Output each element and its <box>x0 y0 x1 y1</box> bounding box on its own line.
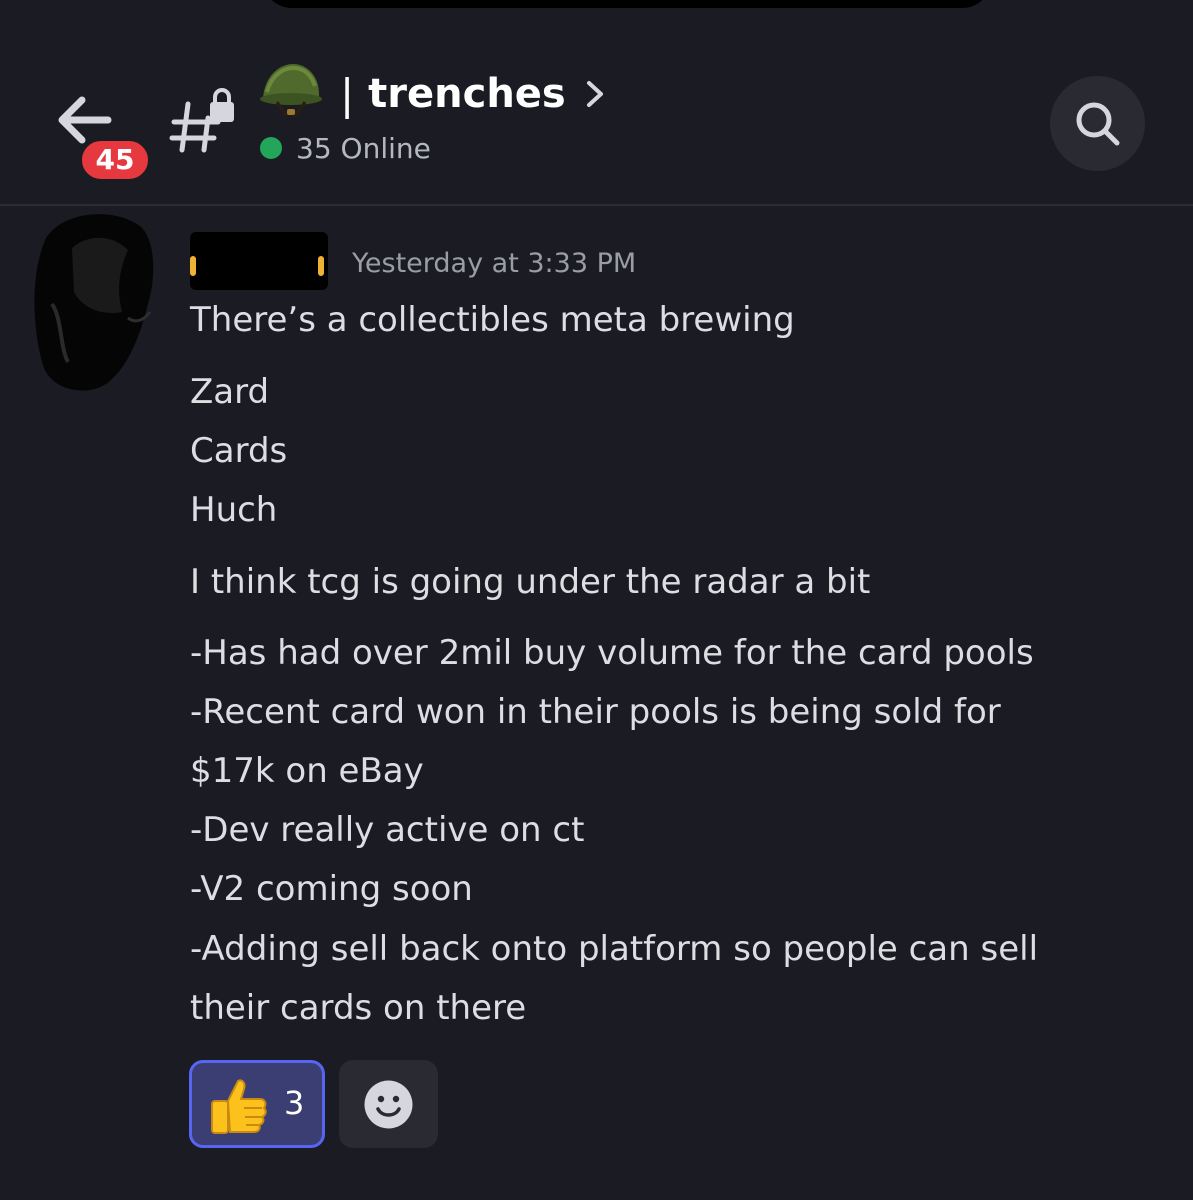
search-button[interactable] <box>1050 76 1145 171</box>
reaction-count: 3 <box>284 1084 305 1122</box>
unread-count-badge: 45 <box>78 137 152 183</box>
smiley-face-icon <box>364 1080 413 1129</box>
military-helmet-emoji <box>259 62 323 116</box>
chevron-right-icon <box>586 81 603 107</box>
channel-name: trenches <box>368 71 566 117</box>
message-line: I think tcg is going under the radar a b… <box>190 562 871 602</box>
message-line: There’s a collectibles meta brewing <box>190 300 795 340</box>
message-line: their cards on there <box>190 988 527 1028</box>
message-line: -Adding sell back onto platform so peopl… <box>190 929 1039 969</box>
locked-text-channel-icon <box>168 88 240 158</box>
online-dot-icon <box>260 137 282 159</box>
username-redacted[interactable] <box>190 232 328 290</box>
online-status: 35 Online <box>260 128 431 168</box>
online-count: 35 Online <box>296 131 431 165</box>
chat-screen: 45 | trenches 35 Online Yesterday at 3:3… <box>0 0 1193 1200</box>
message-line: -Has had over 2mil buy volume for the ca… <box>190 633 1034 673</box>
channel-title[interactable]: | trenches <box>340 68 606 120</box>
message-line: $17k on eBay <box>190 751 424 791</box>
add-reaction-button[interactable] <box>339 1060 438 1148</box>
message-line: Cards <box>190 431 288 471</box>
channel-header: 45 | trenches 35 Online <box>0 0 1193 206</box>
thumbs-up-emoji <box>211 1079 267 1134</box>
message-line: Zard <box>190 372 270 412</box>
message-timestamp: Yesterday at 3:33 PM <box>352 248 637 279</box>
username-color-edge <box>190 256 196 276</box>
message-line: -V2 coming soon <box>190 869 473 909</box>
message-line: Huch <box>190 490 278 530</box>
search-icon <box>1076 102 1120 146</box>
message-line: -Dev really active on ct <box>190 810 585 850</box>
avatar[interactable] <box>32 208 154 394</box>
reaction-thumbs-up[interactable]: 3 <box>189 1060 325 1148</box>
title-separator: | <box>340 69 355 119</box>
username-color-edge <box>318 256 324 276</box>
message-line: -Recent card won in their pools is being… <box>190 692 1001 732</box>
